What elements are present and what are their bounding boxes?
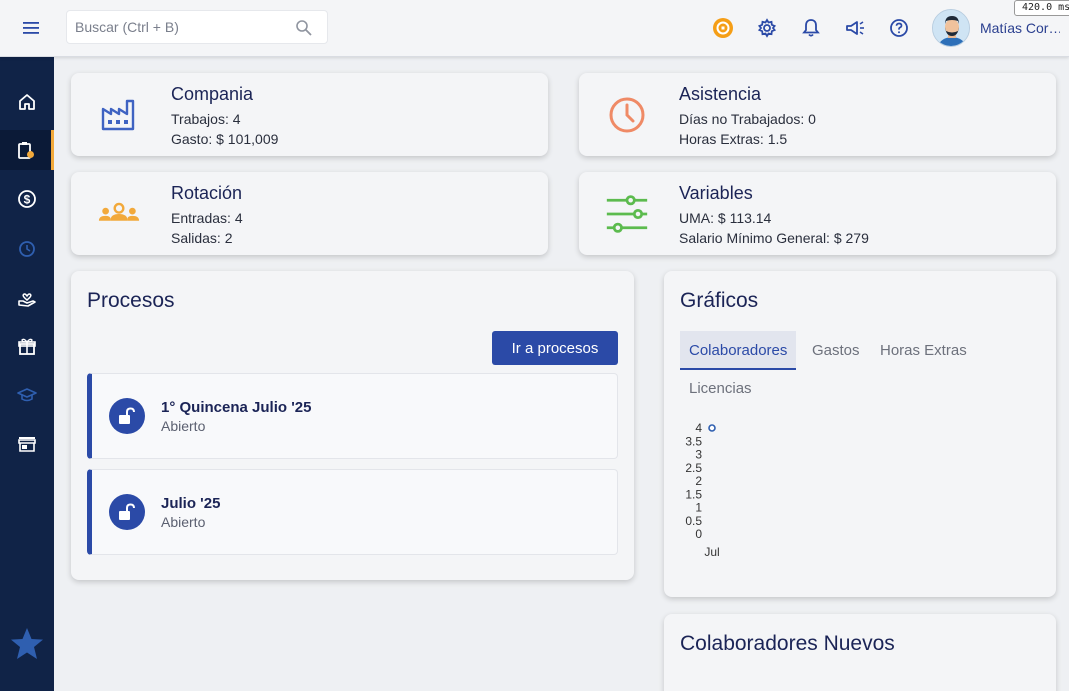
- processes-panel: Procesos Ir a procesos 1° Quincena Julio…: [71, 271, 634, 580]
- process-item[interactable]: Julio '25 Abierto: [87, 469, 618, 555]
- y-tick-label: 2.5: [685, 461, 702, 475]
- timing-badge: 420.0 ms: [1014, 0, 1069, 16]
- rotation-exits: Salidas: 2: [171, 230, 233, 246]
- sidebar-item-home[interactable]: [0, 82, 54, 122]
- rotation-title: Rotación: [171, 183, 243, 203]
- people-group-icon: [97, 192, 141, 236]
- y-tick-label: 1: [695, 501, 702, 515]
- data-point[interactable]: [708, 424, 716, 432]
- process-title: 1° Quincena Julio '25: [161, 399, 312, 416]
- company-jobs: Trabajos: 4: [171, 111, 241, 127]
- y-tick-label: 3: [695, 448, 702, 462]
- unlock-icon: [109, 398, 145, 434]
- process-item[interactable]: 1° Quincena Julio '25 Abierto: [87, 373, 618, 459]
- new-collaborators-title: Colaboradores Nuevos: [680, 632, 895, 655]
- dollar-icon: $: [18, 190, 36, 208]
- charts-panel: Gráficos Colaboradores Gastos Horas Extr…: [664, 271, 1056, 597]
- store-icon: [18, 437, 36, 452]
- y-tick-label: 2: [695, 474, 702, 488]
- go-to-processes-button[interactable]: Ir a procesos: [492, 331, 618, 365]
- gear-icon[interactable]: [755, 16, 779, 40]
- megaphone-icon[interactable]: [843, 16, 867, 40]
- x-tick-label: Jul: [704, 545, 719, 559]
- y-tick-label: 0.5: [685, 514, 702, 528]
- home-icon: [19, 94, 35, 110]
- sidebar-item-clipboard[interactable]: [0, 130, 54, 170]
- hand-heart-icon: [18, 293, 36, 307]
- gift-icon: [18, 338, 36, 355]
- search-input[interactable]: [67, 19, 287, 35]
- variables-min-wage: Salario Mínimo General: $ 279: [679, 230, 869, 246]
- y-tick-label: 3.5: [685, 434, 702, 448]
- help-icon[interactable]: [887, 16, 911, 40]
- sidebar-item-payments[interactable]: $: [0, 179, 54, 219]
- collaborators-chart: 4 3.5 3 2.5 2 1.5 1 0.5 0 Jul: [664, 271, 1056, 597]
- sidebar-item-training[interactable]: [0, 375, 54, 415]
- variables-title: Variables: [679, 183, 753, 203]
- sidebar-item-gifts[interactable]: [0, 327, 54, 367]
- attendance-card[interactable]: Asistencia Días no Trabajados: 0 Horas E…: [579, 73, 1056, 156]
- process-status: Abierto: [161, 514, 206, 530]
- top-bar: Matías Cor…: [0, 0, 1069, 57]
- factory-icon: [97, 93, 141, 137]
- company-title: Compania: [171, 84, 254, 104]
- clock-icon: [19, 241, 35, 257]
- process-status: Abierto: [161, 418, 206, 434]
- attendance-overtime: Horas Extras: 1.5: [679, 131, 788, 147]
- avatar: [932, 9, 970, 47]
- clipboard-icon: [17, 142, 34, 159]
- sidebar: $: [0, 57, 54, 691]
- new-collaborators-panel: Colaboradores Nuevos: [664, 614, 1056, 691]
- y-tick-label: 1.5: [685, 487, 702, 501]
- search-box: [66, 10, 328, 44]
- attendance-title: Asistencia: [679, 84, 762, 104]
- company-card[interactable]: Compania Trabajos: 4 Gasto: $ 101,009: [71, 73, 548, 156]
- user-name[interactable]: Matías Cor…: [980, 20, 1060, 36]
- process-title: Julio '25: [161, 495, 221, 512]
- coin-icon[interactable]: [711, 16, 735, 40]
- y-tick-label: 0: [695, 527, 702, 541]
- rotation-card[interactable]: Rotación Entradas: 4 Salidas: 2: [71, 172, 548, 255]
- sliders-icon: [605, 192, 649, 236]
- sidebar-item-attendance[interactable]: [0, 229, 54, 269]
- company-expense: Gasto: $ 101,009: [171, 131, 279, 147]
- bell-icon[interactable]: [799, 16, 823, 40]
- clock-icon: [605, 93, 649, 137]
- hamburger-icon[interactable]: [18, 16, 46, 40]
- variables-card[interactable]: Variables UMA: $ 113.14 Salario Mínimo G…: [579, 172, 1056, 255]
- attendance-absent-days: Días no Trabajados: 0: [679, 111, 816, 127]
- star-icon[interactable]: [9, 627, 45, 666]
- y-tick-label: 4: [695, 421, 702, 435]
- sidebar-item-store[interactable]: [0, 424, 54, 464]
- sidebar-item-benefits[interactable]: [0, 278, 54, 318]
- graduation-cap-icon: [17, 388, 37, 402]
- unlock-icon: [109, 494, 145, 530]
- svg-text:$: $: [24, 193, 31, 207]
- processes-title: Procesos: [87, 289, 175, 312]
- rotation-entries: Entradas: 4: [171, 210, 243, 226]
- variables-uma: UMA: $ 113.14: [679, 210, 772, 226]
- search-icon[interactable]: [295, 19, 313, 42]
